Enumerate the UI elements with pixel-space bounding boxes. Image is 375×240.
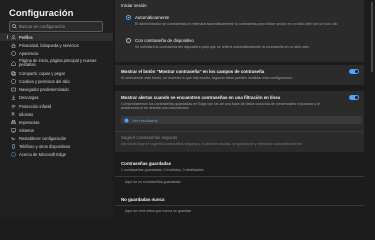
- saved-summary: 1 contraseñas guardadas, 0 inválidas, 0 …: [121, 168, 204, 172]
- cookie-icon: [11, 79, 16, 84]
- reveal-title: Mostrar el botón "Mostrar contraseña" en…: [121, 69, 265, 74]
- system-icon: [11, 128, 16, 133]
- suggest-desc: Microsoft Edge te sugerirá contraseñas s…: [121, 142, 303, 146]
- sidebar-item-label: Impresoras: [19, 119, 40, 125]
- sidebar-item-idiomas[interactable]: Idiomas: [0, 110, 113, 118]
- sidebar-item-label: Apariencia: [19, 50, 39, 56]
- sidebar-item-label: Idiomas: [19, 111, 34, 117]
- home-icon: [11, 61, 16, 66]
- signin-heading: Iniciar sesión: [121, 3, 147, 8]
- device-title: Con contraseña de dispositivo: [135, 38, 194, 43]
- view-results-button[interactable]: Ver resultados: [121, 116, 362, 124]
- signin-card: Iniciar sesión Automáticamente El admini…: [115, 0, 364, 62]
- auto-title: Automáticamente: [135, 15, 170, 20]
- sidebar-item-label: Página de inicio, página principal y nue…: [19, 57, 97, 68]
- sidebar-nav: Perfiles Privacidad, búsqueda y servicio…: [0, 33, 113, 159]
- scrollbar[interactable]: [371, 2, 373, 72]
- sidebar-item-impresoras[interactable]: Impresoras: [0, 118, 113, 126]
- sidebar-item-label: Compartir, copiar y pegar: [19, 70, 65, 76]
- person-icon: [11, 34, 16, 40]
- sidebar: Configuración Buscar en configuración Pe…: [0, 0, 113, 217]
- saved-heading: Contraseñas guardadas: [121, 161, 172, 166]
- divider: [115, 131, 364, 132]
- never-empty-item: Aquí se verá sitios que nunca se guardan: [125, 209, 192, 213]
- reveal-toggle[interactable]: [349, 69, 359, 74]
- sidebar-item-telefono[interactable]: Teléfono y otros dispositivos: [0, 143, 113, 151]
- browser-icon: [11, 87, 16, 92]
- sidebar-item-label: Acerca de Microsoft Edge: [19, 152, 66, 158]
- main-content: Iniciar sesión Automáticamente El admini…: [113, 0, 375, 217]
- sidebar-item-privacidad[interactable]: Privacidad, búsqueda y servicios: [0, 41, 113, 49]
- view-results-label: Ver resultados: [132, 117, 158, 123]
- auto-radio[interactable]: [126, 15, 131, 20]
- saved-empty-item: Aquí se ve contraseñas guardadas: [125, 180, 181, 184]
- page-title: Configuración: [9, 8, 74, 19]
- sidebar-item-label: Teléfono y otros dispositivos: [19, 144, 71, 150]
- suggest-title: Sugerir contraseñas seguras: [121, 135, 178, 140]
- never-saved-section: No guardadas nunca Aquí se verá sitios q…: [115, 195, 364, 217]
- sidebar-item-navegador[interactable]: Navegador predeterminado: [0, 86, 113, 94]
- sidebar-item-sistema[interactable]: Sistema: [0, 126, 113, 134]
- search-placeholder: Buscar en configuración: [19, 24, 66, 29]
- sidebar-item-label: Privacidad, búsqueda y servicios: [19, 42, 79, 48]
- sidebar-item-proteccion[interactable]: Protección infantil: [0, 102, 113, 110]
- sidebar-item-label: Navegador predeterminado: [19, 87, 69, 93]
- reveal-password-card: Mostrar el botón "Mostrar contraseña" en…: [115, 65, 364, 85]
- lock-icon: [11, 43, 16, 48]
- sidebar-item-cookies[interactable]: Cookies y permisos del sitio: [0, 78, 113, 86]
- sidebar-item-inicio[interactable]: Página de inicio, página principal y nue…: [0, 57, 113, 69]
- divider: [115, 205, 364, 206]
- sidebar-item-label: Perfiles: [19, 34, 33, 40]
- family-icon: [11, 104, 16, 109]
- sidebar-item-label: Restablecer configuración: [19, 136, 67, 142]
- leaked-toggle[interactable]: [349, 95, 359, 100]
- leaked-alerts-card: Mostrar alertas cuando se encuentren con…: [115, 91, 364, 152]
- edge-icon: [11, 152, 16, 158]
- sidebar-item-apariencia[interactable]: Apariencia: [0, 49, 113, 57]
- printer-icon: [11, 120, 16, 125]
- leaked-title: Mostrar alertas cuando se encuentren con…: [121, 95, 281, 100]
- sidebar-item-label: Descargas: [19, 95, 39, 101]
- search-input[interactable]: Buscar en configuración: [9, 21, 103, 32]
- palette-icon: [11, 51, 16, 56]
- device-desc: Se solicitará la contraseña del disposit…: [135, 45, 310, 49]
- download-icon: [11, 95, 16, 101]
- divider: [115, 176, 364, 177]
- language-icon: [11, 112, 16, 117]
- search-icon: [10, 22, 19, 31]
- phone-icon: [11, 144, 16, 149]
- info-icon: [124, 118, 129, 123]
- share-icon: [11, 71, 16, 76]
- saved-passwords-section: Contraseñas guardadas 1 contraseñas guar…: [115, 159, 364, 193]
- sidebar-item-restablecer[interactable]: Restablecer configuración: [0, 135, 113, 143]
- sidebar-item-label: Cookies y permisos del sitio: [19, 79, 70, 85]
- sidebar-item-compartir[interactable]: Compartir, copiar y pegar: [0, 69, 113, 77]
- leaked-desc: Comprobaremos tus contraseñas guardadas …: [121, 102, 321, 111]
- never-heading: No guardadas nunca: [121, 197, 165, 202]
- sidebar-item-acerca[interactable]: Acerca de Microsoft Edge: [0, 151, 113, 159]
- sidebar-item-descargas[interactable]: Descargas: [0, 94, 113, 102]
- reset-icon: [11, 136, 16, 141]
- sidebar-item-label: Sistema: [19, 127, 34, 133]
- sidebar-item-perfiles[interactable]: Perfiles: [0, 33, 113, 42]
- device-radio[interactable]: [126, 38, 131, 43]
- reveal-desc: Al seleccionar este botón, se muestra lo…: [121, 76, 293, 80]
- auto-desc: El administrador de contraseñas te relle…: [135, 22, 339, 26]
- sidebar-item-label: Protección infantil: [19, 103, 52, 109]
